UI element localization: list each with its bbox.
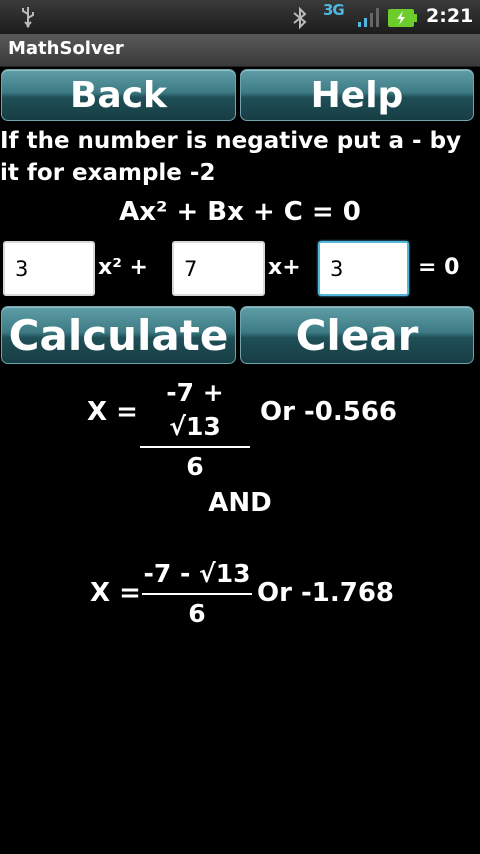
equation-template: Ax² + Bx + C = 0: [119, 197, 361, 227]
root1-decimal: Or -0.566: [260, 397, 398, 427]
root1-denominator: 6: [186, 452, 204, 481]
app-title-bar: MathSolver: [0, 34, 480, 67]
x-label: x+: [268, 255, 301, 280]
root1-numerator: -7 + √13: [166, 378, 224, 441]
instructions-text: If the number is negative put a - by it …: [0, 128, 462, 186]
back-button[interactable]: Back: [1, 69, 236, 121]
signal-icon: [358, 8, 380, 32]
status-clock: 2:21: [426, 5, 474, 27]
clear-button[interactable]: Clear: [240, 306, 474, 364]
x-label-root2: X =: [90, 578, 141, 608]
bluetooth-icon: [290, 6, 310, 34]
calculate-button[interactable]: Calculate: [1, 306, 236, 364]
usb-icon: [18, 6, 38, 32]
root1-fraction-bar: [140, 446, 250, 448]
coefficient-a-input[interactable]: [3, 241, 95, 296]
network-type: 3G: [323, 1, 345, 19]
status-bar: 3G 2:21: [0, 0, 480, 34]
and-label: AND: [208, 488, 272, 518]
battery-charging-icon: [388, 9, 418, 31]
root2-denominator: 6: [188, 599, 206, 628]
equals-zero-label: = 0: [418, 255, 460, 280]
coefficient-b-input[interactable]: [172, 241, 265, 296]
help-button[interactable]: Help: [240, 69, 474, 121]
root2-numerator: -7 - √13: [143, 559, 251, 588]
root1-fraction: -7 + √13 6: [140, 376, 250, 484]
coefficient-c-input[interactable]: [318, 241, 409, 296]
app-title: MathSolver: [8, 38, 124, 59]
root2-fraction: -7 - √13 6: [142, 557, 252, 631]
root2-fraction-bar: [142, 593, 252, 595]
x-squared-label: x² +: [98, 255, 148, 280]
x-label-root1: X =: [87, 397, 138, 427]
root2-decimal: Or -1.768: [257, 578, 395, 608]
